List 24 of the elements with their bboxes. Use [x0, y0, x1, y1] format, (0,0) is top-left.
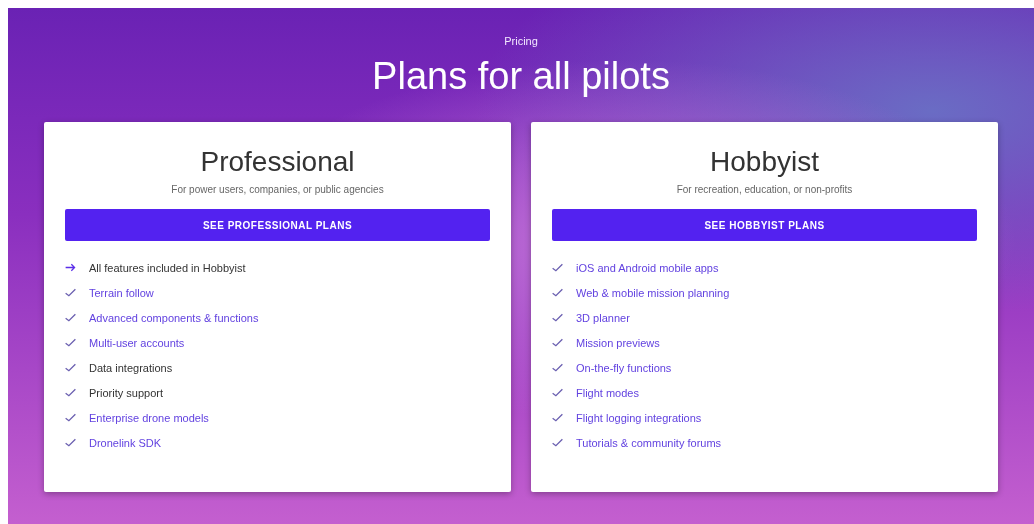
see-plans-button[interactable]: SEE HOBBYIST PLANS: [552, 209, 977, 241]
plan-name: Hobbyist: [710, 146, 819, 178]
plan-subtitle: For power users, companies, or public agencies: [171, 184, 384, 195]
feature-link[interactable]: Web & mobile mission planning: [576, 286, 730, 299]
feature-link[interactable]: Terrain follow: [89, 286, 154, 299]
feature-text: Priority support: [89, 386, 163, 399]
feature-link[interactable]: 3D planner: [576, 311, 630, 324]
feature-text: All features included in Hobbyist: [89, 261, 246, 274]
feature-link[interactable]: Advanced components & functions: [89, 311, 259, 324]
feature-link[interactable]: iOS and Android mobile apps: [576, 261, 719, 274]
section-label: Pricing: [504, 35, 538, 47]
feature-link[interactable]: Enterprise drone models: [89, 411, 209, 424]
feature-link[interactable]: On-the-fly functions: [576, 361, 672, 374]
feature-link[interactable]: Flight logging integrations: [576, 411, 702, 424]
feature-link[interactable]: Flight modes: [576, 386, 639, 399]
see-plans-button[interactable]: SEE PROFESSIONAL PLANS: [65, 209, 490, 241]
plan-name: Professional: [200, 146, 355, 178]
feature-link[interactable]: Tutorials & community forums: [576, 436, 722, 449]
page-title: Plans for all pilots: [372, 55, 670, 98]
plan-subtitle: For recreation, education, or non-profits: [676, 184, 853, 195]
feature-link[interactable]: Multi-user accounts: [89, 336, 185, 349]
feature-link[interactable]: Dronelink SDK: [89, 436, 162, 449]
feature-text: Data integrations: [89, 361, 173, 374]
feature-link[interactable]: Mission previews: [576, 336, 660, 349]
